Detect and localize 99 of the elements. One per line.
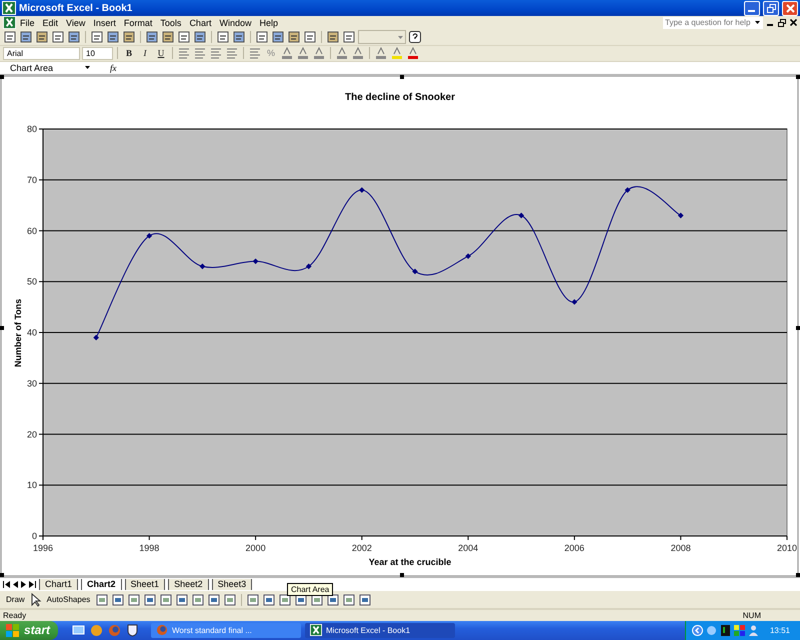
- previous-sheet-icon[interactable]: [13, 581, 18, 588]
- x-tick-label: 2004: [458, 543, 478, 554]
- x-tick-label: 1998: [139, 543, 160, 554]
- x-tick-label: 2002: [352, 543, 372, 554]
- draw-menu-button[interactable]: Draw: [3, 595, 28, 604]
- new-document-icon[interactable]: [3, 30, 17, 44]
- selection-handle[interactable]: [0, 326, 4, 330]
- taskbar-button[interactable]: Worst standard final ...: [151, 622, 301, 638]
- tiles-icon[interactable]: [734, 624, 745, 636]
- close-icon: [786, 4, 794, 13]
- data-point: [252, 258, 258, 264]
- data-point: [518, 212, 524, 218]
- menu-item[interactable]: File: [16, 18, 39, 28]
- menu-item[interactable]: Chart: [185, 18, 216, 28]
- data-point: [93, 334, 99, 341]
- selection-handle[interactable]: [400, 573, 404, 578]
- sheet-tab[interactable]: Chart1: [39, 579, 78, 590]
- x-tick-label: 2000: [246, 543, 266, 554]
- sheet-tab[interactable]: Sheet2: [168, 579, 209, 590]
- minimize-button[interactable]: [744, 0, 760, 16]
- num-lock-indicator: NUM: [742, 610, 762, 620]
- tooltip: Chart Area: [287, 583, 334, 596]
- data-point: [200, 264, 206, 270]
- restore-button[interactable]: [763, 0, 779, 16]
- insert-function-button[interactable]: fx: [94, 62, 124, 73]
- y-tick-label: 70: [26, 175, 37, 186]
- data-point: [465, 254, 471, 260]
- browser-icon: [156, 624, 168, 636]
- taskbar-button[interactable]: Microsoft Excel - Book1: [305, 622, 455, 638]
- menu-item[interactable]: Edit: [38, 18, 62, 28]
- x-tick-label: 2008: [670, 543, 691, 554]
- media-player-icon[interactable]: [90, 624, 103, 637]
- spreadsheet-icon: [310, 624, 322, 636]
- menu-item[interactable]: Insert: [89, 18, 120, 28]
- y-tick-label: 40: [26, 328, 37, 338]
- selection-handle[interactable]: [796, 75, 800, 80]
- y-tick-label: 30: [26, 378, 37, 389]
- shield-icon[interactable]: [126, 624, 139, 637]
- menu-item[interactable]: Help: [255, 18, 282, 28]
- menu-item[interactable]: Window: [215, 18, 256, 28]
- first-sheet-icon[interactable]: [3, 581, 10, 588]
- data-point: [306, 264, 312, 270]
- underline-button[interactable]: U: [154, 46, 168, 60]
- y-axis-title: Number of Tons: [13, 298, 23, 368]
- plot-area[interactable]: [42, 128, 788, 537]
- y-tick-label: 10: [26, 480, 37, 490]
- chevron-icon[interactable]: [692, 624, 703, 636]
- start-button[interactable]: start: [0, 620, 58, 640]
- x-tick-label: 2006: [564, 543, 584, 554]
- data-point: [624, 187, 630, 194]
- help-icon[interactable]: [408, 30, 422, 44]
- clock: 13:51: [770, 626, 790, 635]
- close-icon[interactable]: [790, 19, 797, 26]
- y-tick-label: 60: [26, 226, 37, 236]
- dropdown-arrow-icon: [85, 66, 90, 70]
- pointer-icon[interactable]: [30, 592, 42, 607]
- align-left-icon[interactable]: [177, 46, 191, 60]
- desktop-icon[interactable]: [72, 624, 85, 637]
- windows-logo-icon: [6, 624, 20, 637]
- help-search-field[interactable]: Type a question for help: [663, 16, 763, 29]
- dropdown-arrow-icon: [398, 36, 403, 39]
- window-title: Microsoft Excel - Book1: [19, 2, 132, 14]
- spreadsheet-icon: [3, 16, 16, 30]
- spreadsheet-icon: [2, 1, 16, 16]
- sheet-tab[interactable]: Sheet1: [124, 579, 166, 590]
- monitor-icon[interactable]: [720, 624, 731, 636]
- y-tick-label: 50: [26, 276, 37, 287]
- y-tick-label: 20: [26, 429, 37, 440]
- bold-button[interactable]: B: [122, 46, 136, 60]
- close-button[interactable]: [782, 0, 798, 16]
- y-tick-label: 0: [32, 531, 37, 542]
- font-size-dropdown[interactable]: 10: [82, 46, 113, 60]
- last-sheet-icon[interactable]: [29, 581, 36, 588]
- sheet-tab[interactable]: Sheet3: [212, 579, 252, 590]
- italic-button[interactable]: I: [138, 46, 152, 60]
- selection-handle[interactable]: [796, 573, 800, 578]
- x-tick-label: 2010: [776, 543, 798, 554]
- dropdown-arrow-icon: [755, 21, 760, 24]
- x-tick-label: 1996: [32, 543, 54, 554]
- selection-handle[interactable]: [796, 326, 800, 330]
- data-point: [678, 212, 684, 218]
- data-point: [412, 268, 418, 274]
- selection-handle[interactable]: [0, 573, 4, 578]
- x-axis-title: Year at the crucible: [368, 557, 452, 568]
- sheet-tab[interactable]: Chart2: [81, 579, 122, 590]
- font-dropdown[interactable]: Arial: [3, 46, 80, 60]
- selection-handle[interactable]: [0, 75, 4, 80]
- chart-title: The decline of Snooker: [344, 92, 456, 104]
- data-point: [146, 233, 152, 239]
- autoshapes-menu-button[interactable]: AutoShapes: [44, 595, 94, 604]
- menu-item[interactable]: View: [62, 18, 90, 28]
- next-sheet-icon[interactable]: [21, 581, 26, 588]
- menu-item[interactable]: Format: [120, 18, 156, 28]
- data-point: [359, 187, 365, 194]
- data-point: [572, 299, 578, 305]
- selection-handle[interactable]: [400, 75, 404, 80]
- y-tick-label: 80: [26, 124, 37, 134]
- status-text: Ready: [3, 610, 26, 620]
- menu-item[interactable]: Tools: [156, 18, 186, 28]
